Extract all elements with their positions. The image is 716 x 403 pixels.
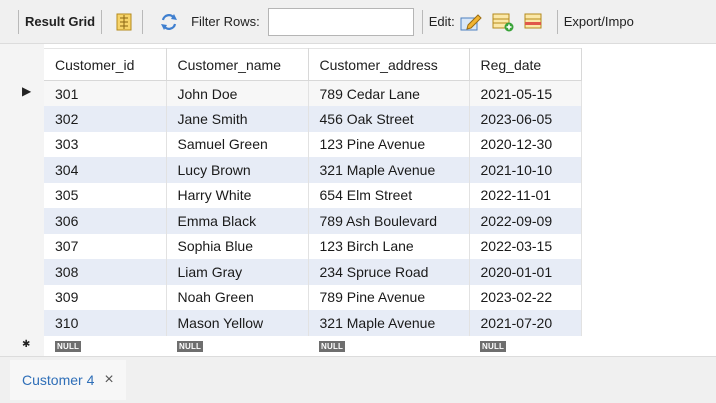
filter-rows-input[interactable] bbox=[267, 7, 414, 36]
edit-label: Edit: bbox=[428, 14, 455, 29]
null-badge: NULL bbox=[177, 340, 204, 352]
cell-customer-address[interactable]: 123 Pine Avenue bbox=[308, 131, 470, 157]
cell-customer-name[interactable]: Liam Gray bbox=[166, 259, 309, 285]
null-cell-customer-id[interactable]: NULL bbox=[44, 335, 166, 354]
header-row: Customer_id Customer_name Customer_addre… bbox=[44, 48, 582, 81]
column-header-customer-id[interactable]: Customer_id bbox=[44, 48, 167, 81]
table-row[interactable]: 304 Lucy Brown 321 Maple Avenue 2021-10-… bbox=[44, 157, 582, 183]
cell-reg-date[interactable]: 2023-06-05 bbox=[469, 106, 582, 132]
close-icon[interactable]: × bbox=[104, 372, 113, 388]
add-row-icon[interactable] bbox=[491, 10, 515, 34]
null-badge: NULL bbox=[319, 340, 346, 352]
result-grid: ▶ ✱ Customer_id Customer_name Customer_a… bbox=[0, 44, 716, 356]
table-row[interactable]: 302 Jane Smith 456 Oak Street 2023-06-05 bbox=[44, 106, 582, 132]
cell-customer-name[interactable]: John Doe bbox=[166, 80, 309, 106]
cell-reg-date[interactable]: 2021-10-10 bbox=[469, 157, 582, 183]
cell-customer-address[interactable]: 321 Maple Avenue bbox=[308, 157, 470, 183]
table-row[interactable]: 306 Emma Black 789 Ash Boulevard 2022-09… bbox=[44, 208, 582, 234]
cell-reg-date[interactable]: 2022-11-01 bbox=[469, 182, 582, 208]
tab-customer-4[interactable]: Customer 4 × bbox=[10, 360, 126, 400]
filter-rows-label: Filter Rows: bbox=[191, 14, 260, 29]
cell-customer-id[interactable]: 302 bbox=[44, 106, 167, 132]
cell-customer-id[interactable]: 306 bbox=[44, 208, 167, 234]
null-cell-customer-address[interactable]: NULL bbox=[308, 335, 469, 354]
form-view-icon[interactable] bbox=[112, 10, 136, 34]
result-table: Customer_id Customer_name Customer_addre… bbox=[44, 48, 582, 354]
cell-reg-date[interactable]: 2022-09-09 bbox=[469, 208, 582, 234]
cell-customer-name[interactable]: Mason Yellow bbox=[166, 310, 309, 336]
result-tab-strip: Customer 4 × bbox=[0, 356, 716, 403]
column-header-customer-name[interactable]: Customer_name bbox=[166, 48, 309, 81]
cell-customer-name[interactable]: Lucy Brown bbox=[166, 157, 309, 183]
cell-customer-name[interactable]: Emma Black bbox=[166, 208, 309, 234]
cell-customer-id[interactable]: 310 bbox=[44, 310, 167, 336]
cell-customer-id[interactable]: 304 bbox=[44, 157, 167, 183]
cell-customer-address[interactable]: 456 Oak Street bbox=[308, 106, 470, 132]
cell-reg-date[interactable]: 2020-01-01 bbox=[469, 259, 582, 285]
table-row[interactable]: 309 Noah Green 789 Pine Avenue 2023-02-2… bbox=[44, 284, 582, 310]
cell-reg-date[interactable]: 2020-12-30 bbox=[469, 131, 582, 157]
table-row[interactable]: 303 Samuel Green 123 Pine Avenue 2020-12… bbox=[44, 131, 582, 157]
cell-customer-address[interactable]: 789 Pine Avenue bbox=[308, 284, 470, 310]
cell-customer-id[interactable]: 309 bbox=[44, 284, 167, 310]
cell-customer-name[interactable]: Noah Green bbox=[166, 284, 309, 310]
cell-customer-address[interactable]: 321 Maple Avenue bbox=[308, 310, 470, 336]
cell-reg-date[interactable]: 2021-05-15 bbox=[469, 80, 582, 106]
result-grid-toolbar: Result Grid Filter Rows: Edit: Export/Im… bbox=[0, 0, 716, 44]
toolbar-separator bbox=[421, 9, 423, 34]
toolbar-separator bbox=[101, 9, 103, 34]
cell-customer-id[interactable]: 301 bbox=[44, 80, 167, 106]
tab-label: Customer 4 bbox=[22, 372, 95, 388]
cell-customer-id[interactable]: 308 bbox=[44, 259, 167, 285]
toolbar-separator bbox=[142, 9, 144, 34]
current-row-marker-icon: ▶ bbox=[22, 84, 32, 98]
cell-customer-address[interactable]: 789 Cedar Lane bbox=[308, 80, 470, 106]
table-row[interactable]: 305 Harry White 654 Elm Street 2022-11-0… bbox=[44, 182, 582, 208]
null-badge: NULL bbox=[55, 340, 82, 352]
cell-customer-id[interactable]: 307 bbox=[44, 233, 167, 259]
null-cell-customer-name[interactable]: NULL bbox=[166, 335, 308, 354]
refresh-icon[interactable] bbox=[157, 10, 181, 34]
table-row[interactable]: 310 Mason Yellow 321 Maple Avenue 2021-0… bbox=[44, 310, 582, 336]
column-header-reg-date[interactable]: Reg_date bbox=[469, 48, 582, 81]
result-grid-label: Result Grid bbox=[25, 14, 96, 29]
toolbar-separator bbox=[556, 9, 558, 34]
export-import-label[interactable]: Export/Impo bbox=[564, 14, 634, 29]
cell-customer-address[interactable]: 123 Birch Lane bbox=[308, 233, 470, 259]
edit-cell-icon[interactable] bbox=[459, 10, 483, 34]
null-cell-reg-date[interactable]: NULL bbox=[469, 335, 581, 354]
delete-row-icon[interactable] bbox=[523, 10, 547, 34]
cell-customer-id[interactable]: 305 bbox=[44, 182, 167, 208]
table-row[interactable]: 308 Liam Gray 234 Spruce Road 2020-01-01 bbox=[44, 259, 582, 285]
table-row[interactable]: 307 Sophia Blue 123 Birch Lane 2022-03-1… bbox=[44, 233, 582, 259]
column-header-customer-address[interactable]: Customer_address bbox=[308, 48, 470, 81]
cell-customer-address[interactable]: 654 Elm Street bbox=[308, 182, 470, 208]
cell-reg-date[interactable]: 2021-07-20 bbox=[469, 310, 582, 336]
toolbar-separator bbox=[18, 9, 19, 34]
cell-customer-address[interactable]: 789 Ash Boulevard bbox=[308, 208, 470, 234]
cell-customer-address[interactable]: 234 Spruce Road bbox=[308, 259, 470, 285]
cell-reg-date[interactable]: 2023-02-22 bbox=[469, 284, 582, 310]
cell-customer-name[interactable]: Harry White bbox=[166, 182, 309, 208]
table-row[interactable]: 301 John Doe 789 Cedar Lane 2021-05-15 bbox=[44, 80, 582, 106]
new-row[interactable]: NULL NULL NULL NULL bbox=[44, 335, 581, 354]
cell-customer-name[interactable]: Jane Smith bbox=[166, 106, 309, 132]
cell-reg-date[interactable]: 2022-03-15 bbox=[469, 233, 582, 259]
null-badge: NULL bbox=[480, 340, 507, 352]
cell-customer-id[interactable]: 303 bbox=[44, 131, 167, 157]
cell-customer-name[interactable]: Samuel Green bbox=[166, 131, 309, 157]
new-row-marker-icon: ✱ bbox=[22, 339, 31, 350]
cell-customer-name[interactable]: Sophia Blue bbox=[166, 233, 309, 259]
